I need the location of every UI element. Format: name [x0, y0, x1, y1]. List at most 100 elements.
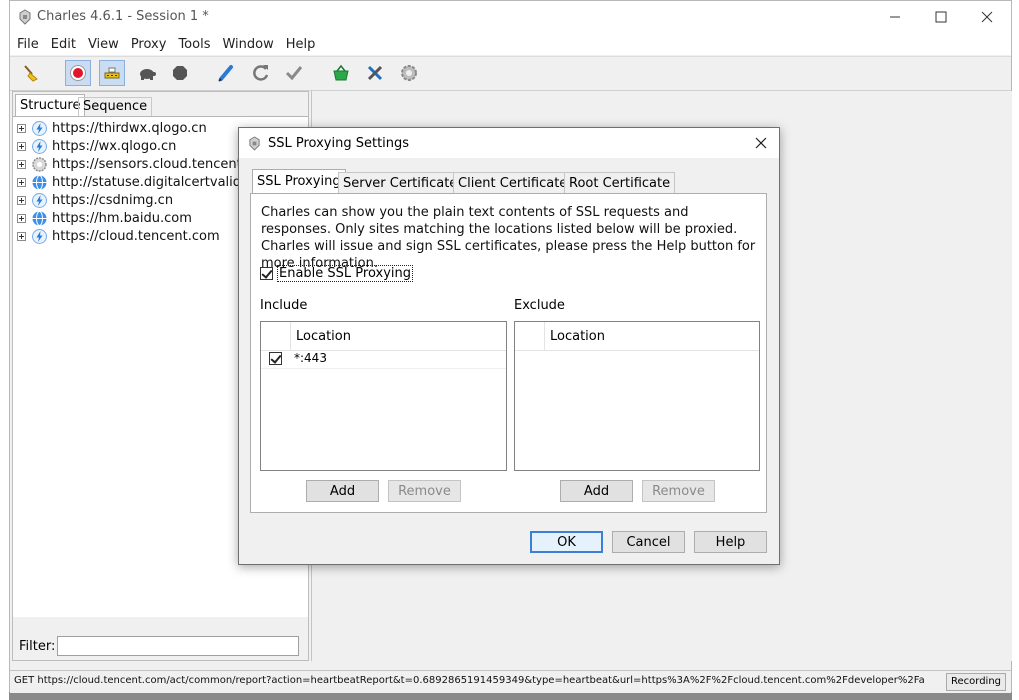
expand-icon[interactable]: [17, 141, 26, 151]
menu-help[interactable]: Help: [279, 37, 321, 52]
lightning-icon: [32, 120, 47, 136]
throttle-button[interactable]: [99, 60, 125, 86]
exclude-label: Exclude: [514, 298, 565, 313]
gear-icon: [32, 156, 47, 172]
cancel-button[interactable]: Cancel: [612, 531, 685, 553]
tree-row[interactable]: https://hm.baidu.com: [13, 209, 192, 227]
tree-row[interactable]: https://cloud.tencent.com: [13, 227, 220, 245]
record-icon: [70, 65, 86, 81]
minimize-icon: [890, 16, 900, 18]
repeat-button[interactable]: [248, 60, 274, 86]
background-window-right: [1012, 0, 1019, 700]
tab-structure[interactable]: Structure: [15, 94, 86, 116]
close-icon: [981, 11, 993, 23]
expand-icon[interactable]: [17, 159, 26, 169]
expand-icon[interactable]: [17, 213, 26, 223]
stop-button[interactable]: [167, 60, 193, 86]
pen-icon: [218, 65, 233, 82]
exclude-list-header: Location: [515, 322, 759, 351]
row-checkbox[interactable]: [269, 352, 282, 365]
tree-row[interactable]: http://statuse.digitalcertvalidation: [13, 173, 274, 191]
refresh-icon: [253, 65, 269, 81]
checkmark-icon: [261, 267, 273, 279]
ok-button[interactable]: OK: [530, 531, 603, 553]
minimize-button[interactable]: [872, 1, 918, 33]
host-label: https://wx.qlogo.cn: [52, 138, 177, 154]
header-check-column: [515, 322, 545, 350]
tools-button[interactable]: [362, 60, 388, 86]
check-icon: [285, 66, 303, 81]
close-icon: [755, 137, 767, 149]
menu-view[interactable]: View: [81, 37, 124, 52]
menu-window[interactable]: Window: [215, 37, 278, 52]
tree-row[interactable]: https://csdnimg.cn: [13, 191, 173, 209]
validate-button[interactable]: [281, 60, 307, 86]
exclude-add-button[interactable]: Add: [560, 480, 633, 502]
shopping-button[interactable]: [328, 60, 354, 86]
exclude-list[interactable]: Location: [514, 321, 760, 471]
globe-icon: [32, 174, 47, 190]
menu-file[interactable]: File: [10, 37, 44, 52]
settings-icon: [401, 65, 417, 81]
include-location-header[interactable]: Location: [296, 329, 351, 344]
include-remove-button[interactable]: Remove: [388, 480, 461, 502]
broom-icon: [24, 65, 38, 82]
maximize-icon: [935, 11, 947, 23]
tab-ssl-proxying[interactable]: SSL Proxying: [252, 169, 346, 194]
record-button[interactable]: [65, 60, 91, 86]
basket-icon: [333, 64, 349, 81]
location-value: *:443: [294, 351, 327, 365]
expand-icon[interactable]: [17, 195, 26, 205]
host-label: https://thirdwx.qlogo.cn: [52, 120, 207, 136]
menu-tools[interactable]: Tools: [171, 37, 215, 52]
enable-ssl-proxying-checkbox[interactable]: Enable SSL Proxying: [260, 265, 414, 282]
table-row[interactable]: *:443: [261, 350, 506, 369]
expand-icon[interactable]: [17, 123, 26, 133]
dialog-title-bar: SSL Proxying Settings: [239, 128, 779, 158]
globe-icon: [32, 210, 47, 226]
tab-server-certificates[interactable]: Server Certificates: [338, 172, 470, 194]
include-label: Include: [260, 298, 308, 313]
throttle-icon: [104, 67, 120, 79]
expand-icon[interactable]: [17, 177, 26, 187]
window-title: Charles 4.6.1 - Session 1 *: [37, 9, 209, 24]
tab-sequence[interactable]: Sequence: [78, 97, 153, 116]
include-add-button[interactable]: Add: [306, 480, 379, 502]
lightning-icon: [32, 192, 47, 208]
clear-session-button[interactable]: [18, 60, 44, 86]
charles-app-icon: [19, 9, 31, 25]
help-button[interactable]: Help: [694, 531, 767, 553]
charles-app-icon: [249, 136, 260, 151]
tree-row[interactable]: https://sensors.cloud.tencent.com: [13, 155, 274, 173]
status-bar: GET https://cloud.tencent.com/act/common…: [10, 670, 1011, 693]
close-button[interactable]: [964, 1, 1010, 33]
filter-input[interactable]: [57, 636, 299, 656]
stop-icon: [173, 66, 187, 80]
dialog-close-button[interactable]: [749, 132, 773, 154]
menu-proxy[interactable]: Proxy: [124, 37, 172, 52]
host-label: https://hm.baidu.com: [52, 210, 192, 226]
turtle-icon: [140, 69, 156, 80]
menu-edit[interactable]: Edit: [44, 37, 81, 52]
title-bar: Charles 4.6.1 - Session 1 *: [10, 1, 1011, 33]
recording-indicator[interactable]: Recording: [945, 673, 1006, 691]
compose-button[interactable]: [213, 60, 239, 86]
tab-root-certificate[interactable]: Root Certificate: [564, 172, 676, 194]
tab-client-certificates[interactable]: Client Certificates: [453, 172, 580, 194]
settings-button[interactable]: [396, 60, 422, 86]
host-label: https://csdnimg.cn: [52, 192, 174, 208]
maximize-button[interactable]: [918, 1, 964, 33]
exclude-location-header[interactable]: Location: [550, 329, 605, 344]
tree-row[interactable]: https://thirdwx.qlogo.cn: [13, 119, 207, 137]
exclude-remove-button[interactable]: Remove: [642, 480, 715, 502]
include-list[interactable]: Location *:443: [260, 321, 507, 471]
enable-ssl-proxying-label: Enable SSL Proxying: [277, 265, 414, 282]
status-url: GET https://cloud.tencent.com/act/common…: [14, 675, 924, 686]
host-label: https://cloud.tencent.com: [52, 228, 220, 244]
expand-icon[interactable]: [17, 231, 26, 241]
tree-row[interactable]: https://wx.qlogo.cn: [13, 137, 176, 155]
ssl-proxying-panel: Charles can show you the plain text cont…: [250, 193, 767, 513]
breakpoints-button[interactable]: [134, 60, 160, 86]
filter-label: Filter:: [19, 639, 56, 654]
checkbox[interactable]: [260, 267, 273, 280]
